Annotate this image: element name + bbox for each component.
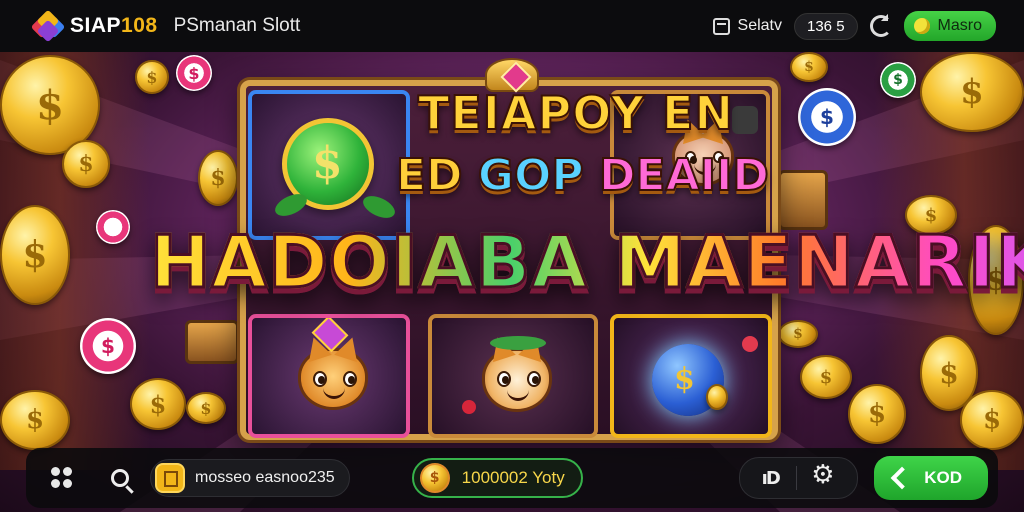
treasure-chest-icon [185,320,239,364]
reel-bottom-middle [428,314,598,438]
divider [796,466,798,490]
select-menu[interactable]: Selatv [712,17,782,35]
play-button-label: KOD [924,468,962,487]
reel-bottom-right: $ [610,314,772,438]
gold-coin-icon: $ [186,392,226,424]
pink-chip-icon: $ [176,55,212,91]
gold-coin-icon: $ [135,60,169,94]
ruby-icon [742,336,758,352]
lion-mascot-icon [298,348,368,410]
account-button[interactable]: Masro [903,11,996,41]
gold-coin-icon: $ [130,378,186,430]
search-icon [111,469,129,487]
game-banner-background: $ $ $ $ $ $ $ $ $ $ $ $ $ $ $ $ $ $ $ $ … [0,0,1024,512]
gold-coin-icon: $ [778,320,818,348]
fist-icon [732,106,758,134]
account-id: mosseo easnoo235 [195,469,335,486]
leaf-decoration [359,191,399,223]
menu-button[interactable] [40,456,84,500]
gold-coin-icon [706,384,728,410]
gold-coin-icon: $ [848,384,906,444]
sound-button[interactable]: ıD [750,460,790,496]
banner-line-2: ED GOP DEAIID [395,149,770,202]
page-subtitle: PSmanan Slott [173,15,301,36]
balance-coin-icon: $ [419,463,450,493]
gold-coin-icon: $ [790,52,828,82]
play-button[interactable]: KOD [874,456,988,500]
top-navigation-bar: SIAP108 PSmanan Slott Selatv 136 5 Masro [0,0,1024,52]
tiger-mascot-icon [482,348,552,412]
grid-menu-icon [51,467,73,489]
berry-icon [462,400,476,414]
account-field[interactable]: mosseo easnoo235 [150,459,350,497]
coin-symbol: $ [312,138,343,189]
select-label: Selatv [737,17,782,34]
diamond-logo-icon [30,9,66,43]
gold-coin-icon: $ [62,140,110,188]
refresh-icon[interactable] [869,15,892,37]
bottom-control-bar: mosseo easnoo235 $ 1000002 Yoty ıD KOD [26,448,998,508]
calendar-icon [712,17,730,35]
balance-amount: 1000002 Yoty [461,468,565,487]
search-button[interactable] [98,456,142,500]
green-chip-icon: $ [880,62,916,98]
pink-chip-icon [96,210,130,244]
sound-icon: ıD [761,467,781,489]
gear-icon [811,460,837,490]
wallet-icon [155,463,185,493]
site-logo[interactable]: SIAP108 [30,9,158,43]
balance-display: $ 1000002 Yoty [411,458,583,498]
brand-name: SIAP108 [70,14,158,37]
reel-bottom-left [248,314,410,438]
gold-coin-icon: $ [920,52,1024,132]
settings-button[interactable] [803,460,847,496]
user-avatar-icon [913,18,930,34]
arrow-left-icon [890,466,914,490]
account-button-label: Masro [937,17,982,34]
gold-coin-icon: $ [0,205,70,305]
gold-coin-icon: $ [960,390,1024,450]
controls-group: ıD [739,457,859,499]
count-badge: 136 5 [794,12,858,40]
gold-coin-icon: $ [198,150,238,206]
pink-chip-icon: $ [80,318,136,374]
banner-line-1: TEIAPOY EN [417,85,734,141]
gold-coin-icon: $ [0,390,70,450]
orb-symbol: $ [674,362,695,397]
gold-coin-icon: $ [800,355,852,399]
blue-chip-icon: $ [798,88,856,146]
leaf-crown-icon [490,336,546,350]
reel-top-left: $ [248,90,410,240]
banner-main-title: HADOIABA MAENARIK [149,219,1024,306]
